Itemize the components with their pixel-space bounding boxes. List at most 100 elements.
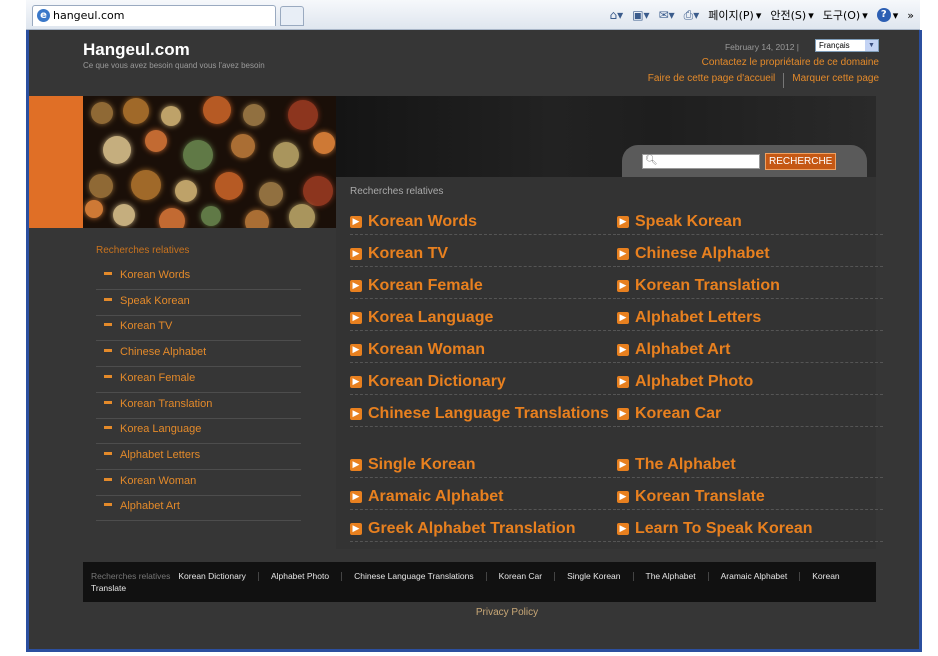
chevron-down-icon[interactable]: ▼	[865, 40, 878, 51]
result-label: Korean Car	[635, 405, 722, 422]
result-label: Korean Translation	[635, 277, 780, 294]
result-label: Korean Woman	[368, 341, 486, 358]
bullet-dash-icon	[104, 477, 112, 481]
bokeh-light	[123, 98, 149, 124]
help-menu[interactable]: ? ▾	[876, 8, 898, 22]
related-result-link[interactable]: ▶ Aramaic Alphabet	[350, 488, 616, 510]
related-result-link[interactable]: ▶ Korean Words	[350, 213, 616, 235]
related-result-link[interactable]: ▶ Chinese Language Translations	[350, 405, 616, 427]
sidebar-item[interactable]: Korean Translation	[96, 393, 301, 419]
mail-icon[interactable]: ✉▾	[659, 8, 675, 22]
related-result-link[interactable]: ▶ Korean Translate	[617, 488, 883, 510]
arrow-right-icon: ▶	[350, 408, 362, 420]
bookmark-link[interactable]: Marquer cette page	[792, 73, 879, 88]
sidebar-item-label: Chinese Alphabet	[120, 346, 207, 359]
home-icon[interactable]: ⌂▾	[610, 8, 624, 22]
related-result-link[interactable]: ▶ Alphabet Art	[617, 341, 883, 363]
related-result-link[interactable]: ▶ Learn To Speak Korean	[617, 520, 883, 542]
bokeh-light	[231, 134, 255, 158]
sidebar-item[interactable]: Korean TV	[96, 315, 301, 342]
bokeh-light	[259, 182, 283, 206]
divider	[783, 73, 785, 88]
search-button[interactable]: RECHERCHE	[765, 153, 837, 170]
date-label: February 14, 2012 |	[724, 42, 799, 52]
related-result-link[interactable]: ▶ Korean Car	[617, 405, 883, 427]
sidebar-item[interactable]: Korean Words	[96, 264, 301, 290]
site-tagline: Ce que vous avez besoin quand vous l'ave…	[83, 61, 265, 70]
contact-owner-link[interactable]: Contactez le propriétaire de ce domaine	[702, 57, 879, 68]
related-result-link[interactable]: ▶ Chinese Alphabet	[617, 245, 883, 267]
related-result-link[interactable]: ▶ Greek Alphabet Translation	[350, 520, 616, 542]
sidebar-item[interactable]: Alphabet Letters	[96, 444, 301, 470]
browser-tab[interactable]: e hangeul.com	[32, 5, 276, 26]
safety-menu[interactable]: 안전(S) ▾	[770, 7, 813, 23]
related-result-link[interactable]: ▶ Single Korean	[350, 456, 616, 478]
related-result-link[interactable]: ▶ Korean Woman	[350, 341, 616, 363]
related-result-link[interactable]: ▶ Korean TV	[350, 245, 616, 267]
tools-menu[interactable]: 도구(O) ▾	[823, 7, 868, 23]
arrow-right-icon: ▶	[350, 216, 362, 228]
bullet-dash-icon	[104, 374, 112, 378]
bullet-dash-icon	[104, 400, 112, 404]
language-select[interactable]: Français ▼	[815, 39, 879, 52]
arrow-right-icon: ▶	[350, 312, 362, 324]
footer-heading: Recherches relatives	[91, 571, 171, 581]
footer-link[interactable]: Chinese Language Translations	[354, 571, 474, 581]
sidebar-item-label: Speak Korean	[120, 294, 190, 307]
bokeh-light	[215, 172, 243, 200]
feeds-icon[interactable]: ▣▾	[632, 8, 649, 22]
set-homepage-link[interactable]: Faire de cette page d'accueil	[648, 73, 776, 88]
sidebar-item[interactable]: Alphabet Art	[96, 495, 301, 522]
bullet-dash-icon	[104, 323, 112, 327]
result-label: The Alphabet	[635, 456, 736, 473]
sidebar-item[interactable]: Korean Woman	[96, 470, 301, 496]
page-menu[interactable]: 페이지(P) ▾	[708, 7, 761, 23]
footer-link[interactable]: Single Korean	[567, 571, 620, 581]
new-tab-button[interactable]	[280, 6, 304, 26]
bokeh-light	[103, 136, 131, 164]
result-label: Speak Korean	[635, 213, 742, 230]
bokeh-light	[89, 174, 113, 198]
language-value: Français	[819, 41, 850, 50]
sidebar-item[interactable]: Korea Language	[96, 418, 301, 445]
bokeh-light	[313, 132, 335, 154]
related-result-link[interactable]: ▶ The Alphabet	[617, 456, 883, 478]
sidebar-item[interactable]: Chinese Alphabet	[96, 341, 301, 368]
bokeh-light	[245, 210, 269, 228]
privacy-policy-link[interactable]: Privacy Policy	[29, 607, 919, 618]
bullet-dash-icon	[104, 297, 112, 301]
result-label: Korean TV	[368, 245, 449, 262]
search-input[interactable]: 🔍︎	[642, 154, 760, 169]
arrow-right-icon: ▶	[350, 344, 362, 356]
bokeh-light	[289, 204, 315, 228]
bokeh-light	[175, 180, 197, 202]
footer-link[interactable]: Alphabet Photo	[271, 571, 329, 581]
sidebar-item-label: Alphabet Art	[120, 500, 180, 513]
footer-link[interactable]: Aramaic Alphabet	[721, 571, 788, 581]
sidebar-item[interactable]: Speak Korean	[96, 290, 301, 316]
footer-link[interactable]: Korean Car	[499, 571, 542, 581]
command-bar: ⌂▾ ▣▾ ✉▾ ⎙▾ 페이지(P) ▾ 안전(S) ▾ 도구(O) ▾ ? ▾ »	[610, 6, 914, 24]
related-result-link[interactable]: ▶ Korean Female	[350, 277, 616, 299]
footer-link[interactable]: Korean Dictionary	[178, 571, 246, 581]
related-result-link[interactable]: ▶ Speak Korean	[617, 213, 883, 235]
page-viewport: Hangeul.com Ce que vous avez besoin quan…	[26, 30, 922, 652]
result-label: Aramaic Alphabet	[368, 488, 504, 505]
site-title[interactable]: Hangeul.com	[83, 40, 190, 60]
footer-related-links: Recherches relatives Korean Dictionary Alp…	[83, 562, 876, 602]
related-result-link[interactable]: ▶ Korean Translation	[617, 277, 883, 299]
related-result-link[interactable]: ▶ Alphabet Letters	[617, 309, 883, 331]
toolbar-overflow-icon[interactable]: »	[907, 9, 914, 22]
result-label: Alphabet Art	[635, 341, 731, 358]
arrow-right-icon: ▶	[617, 376, 629, 388]
related-result-link[interactable]: ▶ Korean Dictionary	[350, 373, 616, 395]
sidebar-item-label: Korean TV	[120, 320, 173, 333]
bokeh-light	[303, 176, 333, 206]
sidebar-item[interactable]: Korean Female	[96, 367, 301, 393]
related-result-link[interactable]: ▶ Alphabet Photo	[617, 373, 883, 395]
result-label: Learn To Speak Korean	[635, 520, 813, 537]
arrow-right-icon: ▶	[617, 491, 629, 503]
footer-link[interactable]: The Alphabet	[646, 571, 696, 581]
print-icon[interactable]: ⎙▾	[684, 8, 700, 23]
related-result-link[interactable]: ▶ Korea Language	[350, 309, 616, 331]
